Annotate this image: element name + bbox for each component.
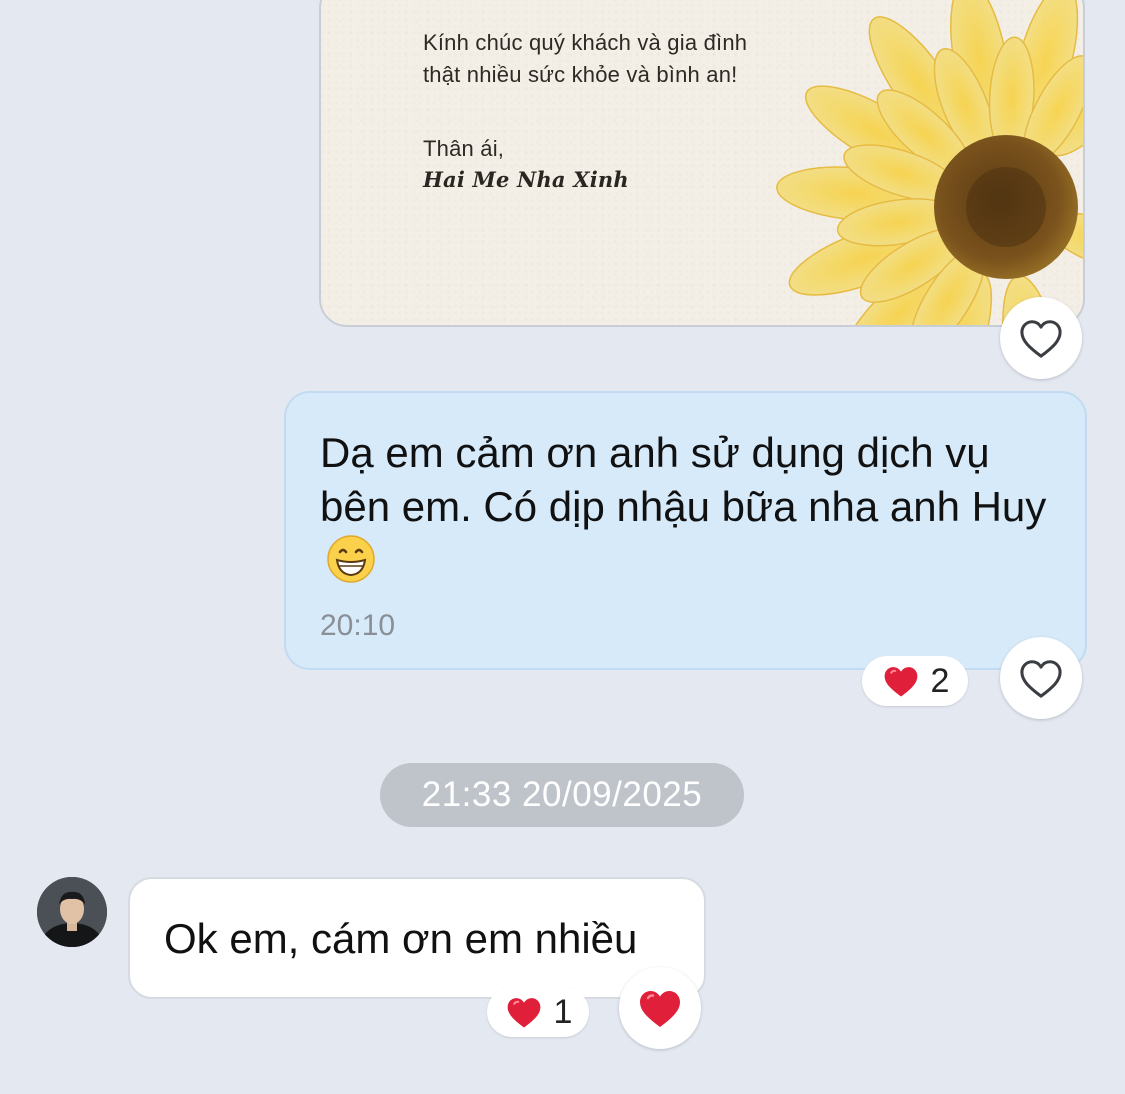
message-text: Ok em, cám ơn em nhiều [164,915,638,962]
card-signature: Hai Me Nha Xinh [423,167,629,192]
date-separator: 21:33 20/09/2025 [380,763,744,827]
reaction-count: 2 [930,661,950,700]
like-button-active[interactable] [619,967,701,1049]
like-button[interactable] [1000,297,1082,379]
heart-filled-icon [507,998,540,1028]
message-text: Dạ em cảm ơn anh sử dụng dịch vụ bên em.… [320,426,1060,588]
message-timestamp: 20:10 [320,609,396,642]
sunflower-illustration [776,0,1083,325]
incoming-message-bubble[interactable]: Ok em, cám ơn em nhiều [128,877,706,999]
card-text-line2: thật nhiều sức khỏe và bình an! [423,62,738,87]
avatar[interactable] [37,877,107,947]
image-card-message[interactable]: Kính chúc quý khách và gia đình thật nhi… [319,0,1085,327]
card-text-line1: Kính chúc quý khách và gia đình [423,30,748,55]
heart-filled-icon [884,667,917,697]
reaction-count: 1 [553,992,573,1031]
heart-filled-icon [640,991,680,1027]
heart-outline-icon [1020,320,1062,358]
outgoing-message-bubble[interactable]: Dạ em cảm ơn anh sử dụng dịch vụ bên em.… [284,391,1087,670]
contact-avatar-image [37,877,107,947]
reaction-summary[interactable]: 1 [487,987,589,1037]
card-greeting: Thân ái, [423,136,505,161]
like-button[interactable] [1000,637,1082,719]
message-text-content: Dạ em cảm ơn anh sử dụng dịch vụ bên em.… [320,429,1047,530]
reaction-summary[interactable]: 2 [862,656,968,706]
grinning-face-emoji-icon [327,535,375,583]
heart-outline-icon [1020,660,1062,698]
